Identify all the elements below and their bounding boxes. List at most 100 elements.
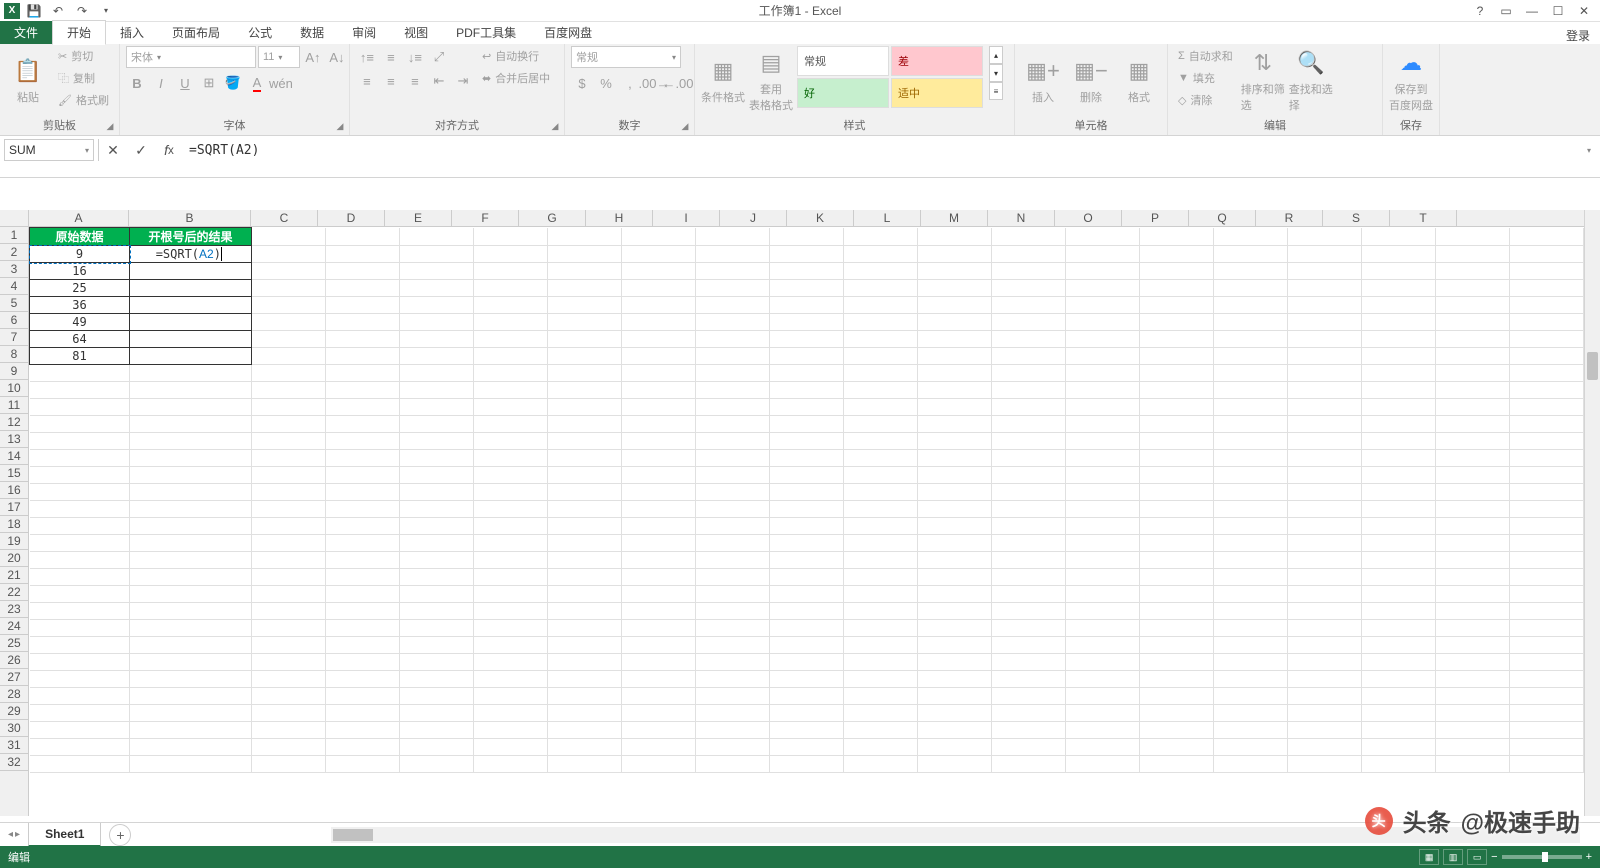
cell-D28[interactable] (326, 688, 400, 705)
cell-H32[interactable] (622, 756, 696, 773)
tab-home[interactable]: 开始 (52, 20, 106, 45)
cell-R25[interactable] (1362, 637, 1436, 654)
cell-M26[interactable] (992, 654, 1066, 671)
cell-L8[interactable] (918, 348, 992, 365)
cell-T26[interactable] (1510, 654, 1584, 671)
row-header-31[interactable]: 31 (0, 737, 28, 754)
cell-T18[interactable] (1510, 518, 1584, 535)
cell-F32[interactable] (474, 756, 548, 773)
cell-A11[interactable] (30, 399, 130, 416)
cell-E18[interactable] (400, 518, 474, 535)
tab-view[interactable]: 视图 (390, 21, 442, 44)
cell-O25[interactable] (1140, 637, 1214, 654)
cell-N8[interactable] (1066, 348, 1140, 365)
cell-M22[interactable] (992, 586, 1066, 603)
cell-R20[interactable] (1362, 552, 1436, 569)
cell-J23[interactable] (770, 603, 844, 620)
cell-E27[interactable] (400, 671, 474, 688)
cell-L19[interactable] (918, 535, 992, 552)
cell-K8[interactable] (844, 348, 918, 365)
cell-J4[interactable] (770, 280, 844, 297)
cell-H24[interactable] (622, 620, 696, 637)
cell-Q18[interactable] (1288, 518, 1362, 535)
cell-H23[interactable] (622, 603, 696, 620)
cell-F24[interactable] (474, 620, 548, 637)
cell-O15[interactable] (1140, 467, 1214, 484)
row-header-32[interactable]: 32 (0, 754, 28, 771)
cell-C17[interactable] (252, 501, 326, 518)
cell-K14[interactable] (844, 450, 918, 467)
cell-H9[interactable] (622, 365, 696, 382)
cell-P3[interactable] (1214, 263, 1288, 280)
row-header-2[interactable]: 2 (0, 244, 28, 261)
cell-J9[interactable] (770, 365, 844, 382)
cell-C29[interactable] (252, 705, 326, 722)
cell-H13[interactable] (622, 433, 696, 450)
row-header-18[interactable]: 18 (0, 516, 28, 533)
cell-N17[interactable] (1066, 501, 1140, 518)
cell-A7[interactable]: 64 (30, 331, 130, 348)
cell-J22[interactable] (770, 586, 844, 603)
cell-C13[interactable] (252, 433, 326, 450)
cell-F16[interactable] (474, 484, 548, 501)
cell-F4[interactable] (474, 280, 548, 297)
cell-C23[interactable] (252, 603, 326, 620)
cell-O11[interactable] (1140, 399, 1214, 416)
cell-S25[interactable] (1436, 637, 1510, 654)
style-good[interactable]: 好 (797, 78, 889, 108)
cell-Q7[interactable] (1288, 331, 1362, 348)
cell-G26[interactable] (548, 654, 622, 671)
cell-P4[interactable] (1214, 280, 1288, 297)
cell-L29[interactable] (918, 705, 992, 722)
cell-M27[interactable] (992, 671, 1066, 688)
align-middle-icon[interactable]: ≡ (380, 46, 402, 68)
cell-G10[interactable] (548, 382, 622, 399)
cell-Q9[interactable] (1288, 365, 1362, 382)
zoom-out-icon[interactable]: − (1491, 851, 1497, 863)
cell-E19[interactable] (400, 535, 474, 552)
style-normal[interactable]: 常规 (797, 46, 889, 76)
cell-P13[interactable] (1214, 433, 1288, 450)
cell-G23[interactable] (548, 603, 622, 620)
number-format-combo[interactable]: 常规▾ (571, 46, 681, 68)
cell-Q21[interactable] (1288, 569, 1362, 586)
row-header-14[interactable]: 14 (0, 448, 28, 465)
cell-B28[interactable] (130, 688, 252, 705)
cell-J21[interactable] (770, 569, 844, 586)
cell-L11[interactable] (918, 399, 992, 416)
cell-P32[interactable] (1214, 756, 1288, 773)
cell-T9[interactable] (1510, 365, 1584, 382)
clipboard-launcher-icon[interactable]: ◢ (103, 119, 117, 133)
cell-F31[interactable] (474, 739, 548, 756)
cell-L28[interactable] (918, 688, 992, 705)
cell-R19[interactable] (1362, 535, 1436, 552)
cell-P19[interactable] (1214, 535, 1288, 552)
cell-Q14[interactable] (1288, 450, 1362, 467)
cell-I31[interactable] (696, 739, 770, 756)
cell-P10[interactable] (1214, 382, 1288, 399)
cell-C7[interactable] (252, 331, 326, 348)
cut-button[interactable]: ✂剪切 (54, 46, 113, 66)
cell-P24[interactable] (1214, 620, 1288, 637)
cell-R5[interactable] (1362, 297, 1436, 314)
cell-L32[interactable] (918, 756, 992, 773)
cell-T16[interactable] (1510, 484, 1584, 501)
cell-L23[interactable] (918, 603, 992, 620)
cell-T10[interactable] (1510, 382, 1584, 399)
cell-M1[interactable] (992, 228, 1066, 246)
maximize-icon[interactable]: ☐ (1546, 1, 1570, 21)
cell-P6[interactable] (1214, 314, 1288, 331)
cell-H7[interactable] (622, 331, 696, 348)
cell-B16[interactable] (130, 484, 252, 501)
cell-S27[interactable] (1436, 671, 1510, 688)
cell-S22[interactable] (1436, 586, 1510, 603)
cell-F22[interactable] (474, 586, 548, 603)
cell-I9[interactable] (696, 365, 770, 382)
cell-E1[interactable] (400, 228, 474, 246)
increase-font-icon[interactable]: A↑ (302, 46, 324, 68)
row-header-4[interactable]: 4 (0, 278, 28, 295)
cell-S31[interactable] (1436, 739, 1510, 756)
cell-L22[interactable] (918, 586, 992, 603)
cell-F25[interactable] (474, 637, 548, 654)
cell-G13[interactable] (548, 433, 622, 450)
